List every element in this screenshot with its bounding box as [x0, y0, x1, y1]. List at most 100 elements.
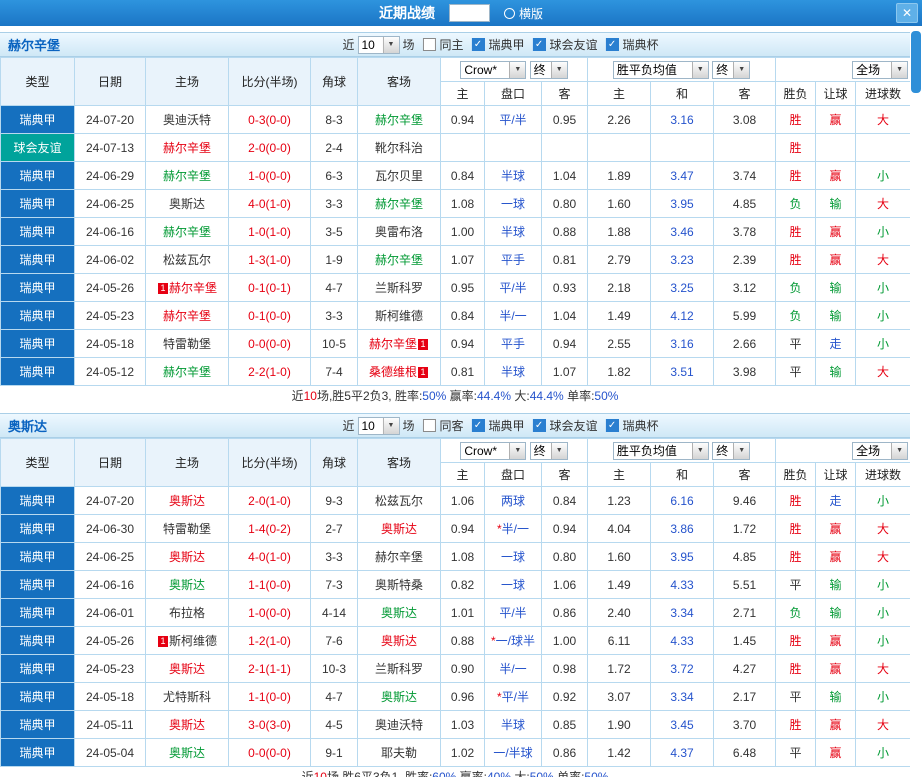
league-type-cell: 瑞典甲	[0, 357, 75, 386]
odds-header-cell: Crow* ▼ 终 ▼	[439, 438, 589, 463]
same-venue-checkbox[interactable]	[422, 38, 436, 51]
avg-time-select[interactable]: 终 ▼	[712, 441, 751, 460]
score: 1-3(1-0)	[228, 245, 311, 274]
col-score: 比分(半场)	[228, 57, 311, 106]
odds-home: 1.00	[440, 217, 485, 246]
result-goals: 小	[855, 570, 912, 599]
odds-away: 0.81	[540, 245, 589, 274]
odds-company-select[interactable]: Crow* ▼	[460, 441, 527, 460]
home-team: 特雷勒堡	[145, 514, 229, 543]
match-count-select[interactable]: 10 ▼	[357, 35, 400, 54]
league-type-cell: 瑞典甲	[0, 161, 75, 190]
result-goals: 小	[855, 598, 912, 627]
result-goals: 小	[855, 626, 912, 655]
avg-away-odds: 2.66	[713, 329, 777, 358]
result-wdl: 平	[775, 570, 817, 599]
corners: 4-7	[310, 273, 358, 302]
table-row: 瑞典甲 24-05-26 1 斯柯维德 1-2(1-0) 7-6 奥斯达 0.88…	[0, 626, 912, 655]
vertical-scrollbar[interactable]	[910, 26, 922, 777]
scope-select[interactable]: 全场 ▼	[852, 441, 909, 460]
col-handicap: 盘口	[484, 462, 542, 487]
match-date: 24-05-23	[74, 301, 146, 330]
result-handicap: 输	[815, 598, 857, 627]
away-team: 奥迪沃特	[357, 710, 441, 739]
league-type-cell: 瑞典甲	[0, 738, 75, 767]
handicap: 半球	[484, 161, 542, 190]
match-count-select[interactable]: 10 ▼	[357, 416, 400, 435]
league-checkbox-3[interactable]	[605, 38, 619, 51]
match-date: 24-05-11	[74, 710, 146, 739]
result-wdl: 胜	[775, 133, 817, 162]
scope-header-cell: 全场 ▼	[775, 438, 912, 463]
league-checkbox-2[interactable]	[532, 419, 546, 432]
radio-horizontal-layout[interactable]: 横版	[504, 5, 543, 22]
handicap: *一/球半	[484, 626, 542, 655]
avg-time-select[interactable]: 终 ▼	[712, 60, 751, 79]
match-date: 24-07-13	[74, 133, 146, 162]
away-team: 耶夫勒	[357, 738, 441, 767]
league-type-cell: 瑞典甲	[0, 570, 75, 599]
match-date: 24-06-02	[74, 245, 146, 274]
table-row: 瑞典甲 24-06-25 奥斯达 4-0(1-0) 3-3 赫尔辛堡 1.08 …	[0, 542, 912, 571]
odds-home: 0.94	[440, 514, 485, 543]
chevron-down-icon: ▼	[691, 442, 708, 459]
result-goals: 大	[855, 654, 912, 683]
away-team: 奥斯达	[357, 514, 441, 543]
handicap: 半球	[484, 217, 542, 246]
odds-home: 1.08	[440, 542, 485, 571]
table-row: 瑞典甲 24-06-29 赫尔辛堡 1-0(0-0) 6-3 瓦尔贝里 0.84…	[0, 161, 912, 190]
scrollbar-thumb[interactable]	[911, 31, 921, 93]
league-checkbox-1[interactable]	[471, 419, 485, 432]
avg-draw-odds: 3.86	[650, 514, 715, 543]
scope-select[interactable]: 全场 ▼	[852, 60, 909, 79]
avg-draw-odds: 3.25	[650, 273, 715, 302]
result-goals: 小	[855, 301, 912, 330]
away-team: 兰斯科罗	[357, 273, 441, 302]
avg-home-odds: 1.42	[587, 738, 652, 767]
league-checkbox-2[interactable]	[532, 38, 546, 51]
avg-away-odds: 6.48	[713, 738, 777, 767]
col-corner: 角球	[310, 57, 358, 106]
radio-horizontal-label: 横版	[519, 6, 544, 21]
radio-vertical-layout[interactable]: 竖版	[448, 4, 490, 22]
same-venue-checkbox[interactable]	[422, 419, 436, 432]
odds-time-select[interactable]: 终 ▼	[529, 60, 568, 79]
avg-draw-odds: 3.16	[650, 329, 715, 358]
odds-home: 1.01	[440, 598, 485, 627]
odds-home: 1.07	[440, 245, 485, 274]
result-handicap: 赢	[815, 654, 857, 683]
avg-type-select[interactable]: 胜平负均值 ▼	[612, 441, 709, 460]
col-handicap: 盘口	[484, 81, 542, 106]
league-label-2: 球会友谊	[549, 38, 598, 52]
odds-time-select[interactable]: 终 ▼	[529, 441, 568, 460]
odds-home: 1.08	[440, 189, 485, 218]
home-team: 奥斯达	[145, 189, 229, 218]
odds-home: 1.02	[440, 738, 485, 767]
avg-away-odds: 3.74	[713, 161, 777, 190]
away-team: 奥雷布洛	[357, 217, 441, 246]
chevron-down-icon: ▼	[550, 442, 567, 459]
table-row: 瑞典甲 24-06-25 奥斯达 4-0(1-0) 3-3 赫尔辛堡 1.08 …	[0, 189, 912, 218]
result-handicap: 走	[815, 486, 857, 515]
away-team: 奥斯特桑	[357, 570, 441, 599]
away-team: 赫尔辛堡	[357, 105, 441, 134]
handicap: 平/半	[484, 273, 542, 302]
score: 0-1(0-0)	[228, 301, 311, 330]
odds-company-select[interactable]: Crow* ▼	[460, 60, 527, 79]
window-title: 近期战绩	[378, 5, 435, 21]
table-row: 球会友谊 24-07-13 赫尔辛堡 2-0(0-0) 2-4 靴尔科治 胜	[0, 133, 912, 162]
away-team: 靴尔科治	[357, 133, 441, 162]
table-row: 瑞典甲 24-05-26 1 赫尔辛堡 0-1(0-1) 4-7 兰斯科罗 0.9…	[0, 273, 912, 302]
league-checkbox-1[interactable]	[471, 38, 485, 51]
avg-home-odds: 2.79	[587, 245, 652, 274]
handicap: 半/一	[484, 654, 542, 683]
league-checkbox-3[interactable]	[605, 419, 619, 432]
avg-away-odds: 4.85	[713, 542, 777, 571]
table-row: 瑞典甲 24-07-20 奥斯达 2-0(1-0) 9-3 松兹瓦尔 1.06 …	[0, 486, 912, 515]
league-type-cell: 球会友谊	[0, 133, 75, 162]
avg-type-select[interactable]: 胜平负均值 ▼	[612, 60, 709, 79]
league-type-cell: 瑞典甲	[0, 682, 75, 711]
match-date: 24-06-29	[74, 161, 146, 190]
close-icon[interactable]: ✕	[896, 3, 918, 23]
filter-bar: 近 10▼ 场 同主 瑞典甲 球会友谊 瑞典杯	[342, 35, 659, 54]
